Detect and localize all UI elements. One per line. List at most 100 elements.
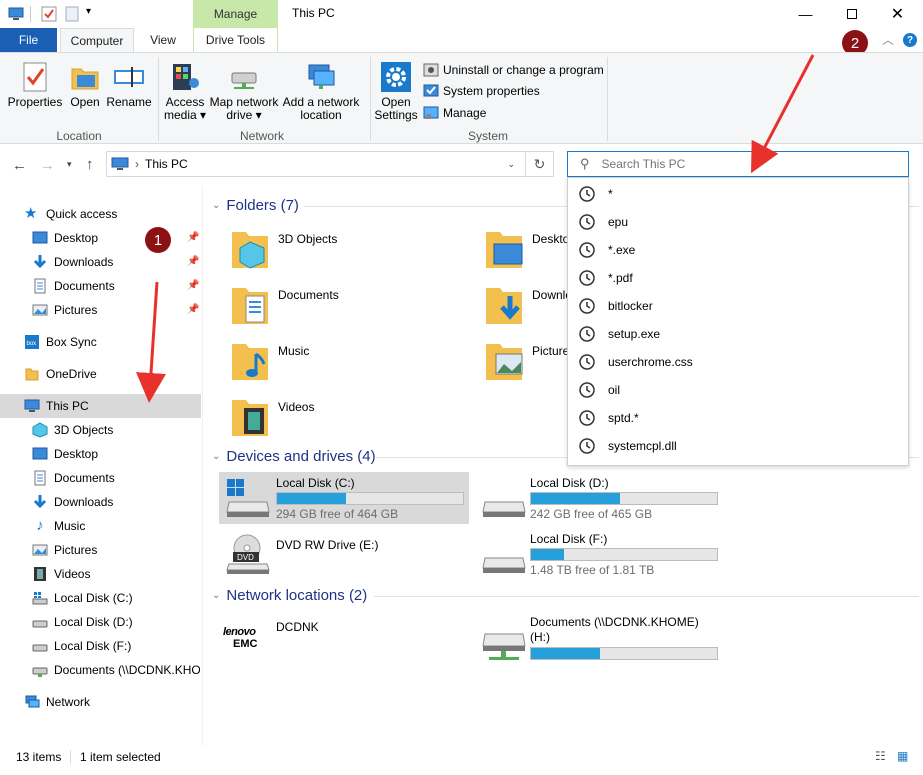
nav-pc-documents-label: Documents xyxy=(54,471,115,485)
dvd-drive-icon: DVD xyxy=(226,534,270,574)
nav-pc-3d-objects[interactable]: 3D Objects xyxy=(32,418,113,442)
properties-qat-icon[interactable] xyxy=(41,6,57,22)
nav-onedrive-label: OneDrive xyxy=(46,367,97,381)
maximize-button[interactable] xyxy=(829,0,874,28)
pin-icon[interactable]: 📌 xyxy=(187,304,199,315)
manage-button[interactable]: Manage xyxy=(423,105,486,121)
search-box[interactable]: ⚲ xyxy=(567,151,909,177)
forward-icon[interactable]: → xyxy=(40,157,55,174)
refresh-button[interactable]: ↻ xyxy=(526,151,554,177)
add-network-location-button[interactable]: Add a network location xyxy=(281,61,361,122)
search-history-text: * xyxy=(608,187,613,201)
open-label: Open xyxy=(70,95,100,109)
devices-section-header[interactable]: ⌄ Devices and drives (4) xyxy=(212,448,376,465)
drive-d-usage-bar xyxy=(530,492,718,505)
nav-pc-videos[interactable]: Videos xyxy=(32,562,90,586)
pin-icon[interactable]: 📌 xyxy=(187,280,199,291)
nav-pc-documents[interactable]: Documents xyxy=(32,466,115,490)
search-input[interactable] xyxy=(601,157,882,171)
drive-icon xyxy=(32,620,48,628)
nav-qa-desktop[interactable]: Desktop xyxy=(32,226,98,250)
close-button[interactable]: ✕ xyxy=(875,0,920,28)
large-icons-view-icon[interactable]: ▦ xyxy=(897,749,908,763)
folder-documents[interactable]: Documents xyxy=(230,282,339,326)
address-dropdown-icon[interactable]: ⌄ xyxy=(507,159,515,170)
tab-drive-tools[interactable]: Drive Tools xyxy=(193,28,278,52)
up-icon[interactable]: ↑ xyxy=(86,156,94,173)
nav-pc-local-disk-c[interactable]: Local Disk (C:) xyxy=(32,586,133,610)
search-history-item[interactable]: systemcpl.dll xyxy=(578,432,677,460)
tab-view[interactable]: View xyxy=(140,28,186,52)
drive-c-tile[interactable]: Local Disk (C:) 294 GB free of 464 GB xyxy=(219,472,469,524)
folder-music[interactable]: Music xyxy=(230,338,309,382)
this-pc-icon xyxy=(24,399,40,412)
address-bar[interactable]: › This PC ⌄ xyxy=(106,151,526,177)
drive-f-tile[interactable]: Local Disk (F:) 1.48 TB free of 1.81 TB xyxy=(475,528,725,580)
search-history-item[interactable]: *.pdf xyxy=(578,264,633,292)
nav-qa-downloads[interactable]: Downloads xyxy=(32,250,113,274)
folders-section-header[interactable]: ⌄ Folders (7) xyxy=(212,197,299,214)
downloads-icon xyxy=(33,495,47,509)
map-network-drive-button[interactable]: Map network drive ▾ xyxy=(207,61,281,122)
open-button[interactable]: Open xyxy=(64,61,106,109)
pin-icon[interactable]: 📌 xyxy=(187,256,199,267)
new-folder-qat-icon[interactable] xyxy=(64,6,80,22)
breadcrumb-chevron-icon[interactable]: › xyxy=(135,157,139,171)
nav-pc-music[interactable]: ♪ Music xyxy=(32,514,85,538)
nav-pc-local-disk-f[interactable]: Local Disk (F:) xyxy=(32,634,131,658)
open-settings-button[interactable]: Open Settings xyxy=(374,61,418,122)
window-title: This PC xyxy=(292,6,335,20)
search-history-item[interactable]: epu xyxy=(578,208,628,236)
dvd-drive-tile[interactable]: DVD DVD RW Drive (E:) xyxy=(219,530,469,574)
documents-icon xyxy=(34,278,46,294)
search-history-item[interactable]: userchrome.css xyxy=(578,348,693,376)
search-history-item[interactable]: bitlocker xyxy=(578,292,653,320)
rename-label: Rename xyxy=(106,95,152,109)
uninstall-program-button[interactable]: Uninstall or change a program xyxy=(423,62,604,78)
search-history-item[interactable]: *.exe xyxy=(578,236,635,264)
network-location-documents[interactable]: Documents (\\DCDNK.KHOME) (H:) xyxy=(475,614,735,666)
history-icon xyxy=(579,410,595,426)
nav-qa-documents[interactable]: Documents xyxy=(32,274,115,298)
nav-box-sync-label: Box Sync xyxy=(46,335,97,349)
system-properties-button[interactable]: System properties xyxy=(423,83,540,99)
details-view-icon[interactable]: ☷ xyxy=(875,749,886,763)
recent-locations-icon[interactable]: ▾ xyxy=(67,159,72,170)
system-properties-label: System properties xyxy=(443,84,540,98)
nav-box-sync[interactable]: box Box Sync xyxy=(24,330,97,354)
nav-pc-pictures[interactable]: Pictures xyxy=(32,538,97,562)
drive-d-tile[interactable]: Local Disk (D:) 242 GB free of 465 GB xyxy=(475,472,725,524)
search-history-item[interactable]: * xyxy=(578,180,613,208)
nav-quick-access[interactable]: ★ Quick access xyxy=(24,202,117,226)
pin-icon[interactable]: 📌 xyxy=(187,232,199,243)
access-media-label-2: media ▾ xyxy=(163,108,207,122)
nav-onedrive[interactable]: OneDrive xyxy=(24,362,97,386)
folder-desktop[interactable]: Desktop xyxy=(484,226,576,270)
folder-videos[interactable]: Videos xyxy=(230,394,314,438)
network-locations-section-header[interactable]: ⌄ Network locations (2) xyxy=(212,587,367,604)
nav-pc-downloads[interactable]: Downloads xyxy=(32,490,113,514)
search-history-item[interactable]: setup.exe xyxy=(578,320,660,348)
network-location-dcdnk[interactable]: lenovo EMC DCDNK xyxy=(219,618,469,662)
nav-this-pc[interactable]: This PC xyxy=(0,394,201,418)
rename-button[interactable]: Rename xyxy=(106,61,152,109)
tab-computer[interactable]: Computer xyxy=(60,28,134,52)
nav-pc-desktop[interactable]: Desktop xyxy=(32,442,98,466)
search-history-item[interactable]: sptd.* xyxy=(578,404,639,432)
folder-3d-objects[interactable]: 3D Objects xyxy=(230,226,337,270)
nav-pc-network-documents[interactable]: Documents (\\DCDNK.KHO xyxy=(32,658,200,682)
collapse-ribbon-icon[interactable]: ︿ xyxy=(882,31,894,48)
address-path[interactable]: This PC xyxy=(145,157,188,171)
nav-pc-local-disk-d[interactable]: Local Disk (D:) xyxy=(32,610,133,634)
folder-pictures[interactable]: Pictures xyxy=(484,338,575,382)
help-icon[interactable]: ? xyxy=(903,33,917,47)
tab-file[interactable]: File xyxy=(0,28,57,52)
search-history-item[interactable]: oil xyxy=(578,376,620,404)
back-icon[interactable]: ← xyxy=(12,157,27,174)
qat-customize-icon[interactable]: ▾ xyxy=(86,6,91,17)
access-media-button[interactable]: Access media ▾ xyxy=(163,61,207,122)
properties-button[interactable]: Properties xyxy=(6,61,64,109)
nav-qa-pictures[interactable]: Pictures xyxy=(32,298,97,322)
nav-network[interactable]: Network xyxy=(24,690,90,714)
minimize-button[interactable]: — xyxy=(783,0,828,28)
